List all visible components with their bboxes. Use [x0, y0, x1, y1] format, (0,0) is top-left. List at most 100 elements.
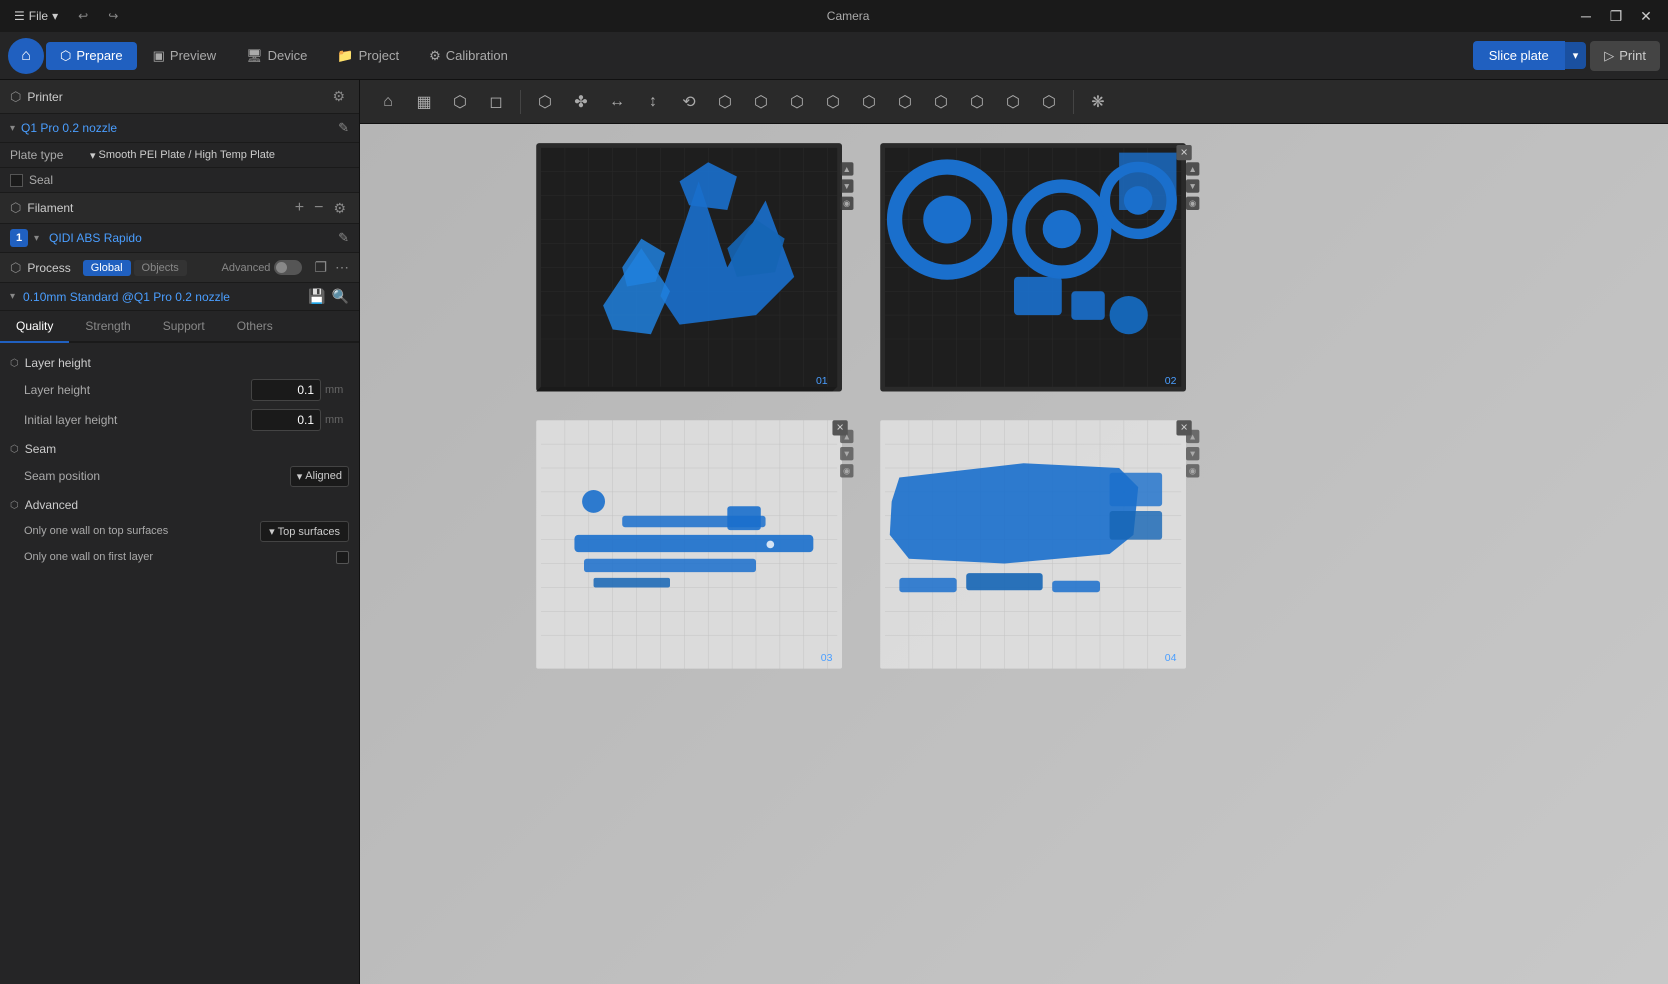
advanced-toggle-area: Advanced — [222, 260, 303, 275]
one-wall-top-dropdown[interactable]: ▾ Top surfaces — [260, 521, 349, 542]
add-filament-button[interactable]: + — [292, 199, 307, 217]
svg-text:▲: ▲ — [843, 164, 852, 174]
tab-prepare[interactable]: ⬡ Prepare — [46, 42, 137, 70]
search-profile-icon[interactable]: 🔍 — [332, 288, 349, 305]
proc-tab-objects[interactable]: Objects — [134, 260, 187, 276]
printer-name[interactable]: Q1 Pro 0.2 nozzle — [21, 121, 332, 135]
filament-icon: ⬡ — [10, 200, 21, 216]
one-wall-first-checkbox[interactable] — [336, 551, 349, 564]
redo-btn[interactable]: ↪ — [102, 7, 124, 25]
view-mode-4[interactable]: ↕ — [637, 86, 669, 118]
vt-sep-1 — [520, 90, 521, 114]
tab-calibration[interactable]: ⚙ Calibration — [415, 42, 522, 70]
remove-filament-button[interactable]: − — [311, 199, 326, 217]
home-icon: ⌂ — [21, 47, 31, 65]
filament-name[interactable]: QIDI ABS Rapido — [49, 231, 332, 245]
save-profile-icon[interactable]: 💾 — [308, 288, 325, 305]
printer-settings-icon[interactable]: ⚙ — [328, 86, 349, 107]
tab-quality[interactable]: Quality — [0, 311, 69, 343]
filament-edit-icon[interactable]: ✎ — [338, 230, 349, 246]
view-mode-13[interactable]: ⬡ — [961, 86, 993, 118]
minimize-btn[interactable]: ─ — [1572, 5, 1600, 27]
process-more-icon[interactable]: ⋯ — [335, 259, 349, 276]
tab-preview[interactable]: ▣ Preview — [139, 42, 231, 70]
printer-row: ▾ Q1 Pro 0.2 nozzle ✎ — [0, 114, 359, 143]
one-wall-top-value: Top surfaces — [278, 526, 340, 538]
view-mode-2[interactable]: ✤ — [565, 86, 597, 118]
print-button[interactable]: ▷ Print — [1590, 41, 1660, 71]
process-section-title: Process — [27, 261, 70, 275]
plate-04-part-5 — [1110, 511, 1163, 540]
viewport-svg: 01 — [360, 124, 1668, 984]
layer-height-group-header[interactable]: ⬡ Layer height — [0, 351, 359, 375]
slice-plate-button[interactable]: Slice plate — [1473, 41, 1565, 70]
advanced-group-title: Advanced — [25, 498, 78, 512]
view-mode-15[interactable]: ⬡ — [1033, 86, 1065, 118]
slice-dropdown-button[interactable]: ▾ — [1565, 42, 1587, 69]
svg-text:◉: ◉ — [1189, 198, 1197, 208]
view-persp-btn[interactable]: ◻ — [480, 86, 512, 118]
view-home-btn[interactable]: ⌂ — [372, 86, 404, 118]
layer-height-row: Layer height mm — [0, 375, 359, 405]
seam-position-dropdown[interactable]: ▾ Aligned — [290, 466, 349, 487]
initial-layer-height-unit: mm — [325, 414, 349, 426]
undo-btn[interactable]: ↩ — [72, 7, 94, 25]
view-mode-11[interactable]: ⬡ — [889, 86, 921, 118]
tab-project[interactable]: 📁 Project — [323, 42, 413, 70]
view-mode-12[interactable]: ⬡ — [925, 86, 957, 118]
file-menu[interactable]: ☰ File ▾ — [8, 7, 64, 25]
one-wall-top-label: Only one wall on top surfaces — [24, 524, 260, 538]
maximize-btn[interactable]: ❐ — [1602, 5, 1630, 27]
view-mode-8[interactable]: ⬡ — [781, 86, 813, 118]
view-mode-6[interactable]: ⬡ — [709, 86, 741, 118]
plate-02-wheel-2-hub — [1043, 210, 1081, 248]
plate-04-part-1 — [899, 578, 956, 592]
advanced-group-header[interactable]: ⬡ Advanced — [0, 493, 359, 517]
tab-strength[interactable]: Strength — [69, 311, 146, 343]
printer-edit-icon[interactable]: ✎ — [338, 120, 349, 136]
profile-name[interactable]: 0.10mm Standard @Q1 Pro 0.2 nozzle — [23, 290, 302, 304]
filament-settings-button[interactable]: ⚙ — [330, 199, 349, 217]
view-mode-1[interactable]: ⬡ — [529, 86, 561, 118]
tab-others[interactable]: Others — [221, 311, 289, 343]
view-mode-final[interactable]: ❋ — [1082, 86, 1114, 118]
plate-type-dropdown[interactable]: ▾ Smooth PEI Plate / High Temp Plate — [90, 149, 275, 162]
print-label: Print — [1619, 48, 1646, 63]
seam-group-header[interactable]: ⬡ Seam — [0, 437, 359, 461]
tab-support[interactable]: Support — [147, 311, 221, 343]
plate-03-group: 03 ✕ — [536, 420, 848, 668]
plate-type-row: Plate type ▾ Smooth PEI Plate / High Tem… — [0, 143, 359, 168]
initial-layer-height-input[interactable] — [251, 409, 321, 431]
calibration-label: Calibration — [446, 48, 508, 63]
seam-position-row: Seam position ▾ Aligned — [0, 461, 359, 491]
plate-03-part-2 — [727, 506, 760, 530]
printer-section-icon: ⬡ — [10, 89, 21, 105]
layer-height-unit: mm — [325, 384, 349, 396]
close-btn[interactable]: ✕ — [1632, 5, 1660, 27]
plate-04-group: 04 ✕ — [880, 420, 1192, 668]
tab-home[interactable]: ⌂ — [8, 38, 44, 74]
view-mode-10[interactable]: ⬡ — [853, 86, 885, 118]
proc-tab-global[interactable]: Global — [83, 260, 131, 276]
svg-text:◉: ◉ — [843, 466, 851, 476]
initial-layer-height-row: Initial layer height mm — [0, 405, 359, 435]
project-label: Project — [359, 48, 399, 63]
layer-height-input[interactable] — [251, 379, 321, 401]
view-mode-7[interactable]: ⬡ — [745, 86, 777, 118]
view-mode-5[interactable]: ⟲ — [673, 86, 705, 118]
file-menu-icon: ☰ — [14, 9, 25, 23]
view-mode-3[interactable]: ↔ — [601, 86, 633, 118]
seal-checkbox[interactable] — [10, 174, 23, 187]
view-ortho-btn[interactable]: ⬡ — [444, 86, 476, 118]
device-icon: 🖥 — [246, 48, 263, 64]
view-grid-btn[interactable]: ▦ — [408, 86, 440, 118]
viewport-canvas[interactable]: 01 — [360, 124, 1668, 984]
layer-height-group: ⬡ Layer height Layer height mm Initial l… — [0, 351, 359, 435]
advanced-toggle[interactable] — [274, 260, 302, 275]
tab-device[interactable]: 🖥 Device — [232, 42, 321, 70]
process-copy-icon[interactable]: ❐ — [314, 259, 327, 276]
view-mode-14[interactable]: ⬡ — [997, 86, 1029, 118]
viewport[interactable]: ⌂ ▦ ⬡ ◻ ⬡ ✤ ↔ ↕ ⟲ ⬡ ⬡ ⬡ ⬡ ⬡ ⬡ ⬡ ⬡ ⬡ ⬡ ❋ — [360, 80, 1668, 984]
view-mode-9[interactable]: ⬡ — [817, 86, 849, 118]
printer-chevron: ▾ — [10, 123, 15, 134]
